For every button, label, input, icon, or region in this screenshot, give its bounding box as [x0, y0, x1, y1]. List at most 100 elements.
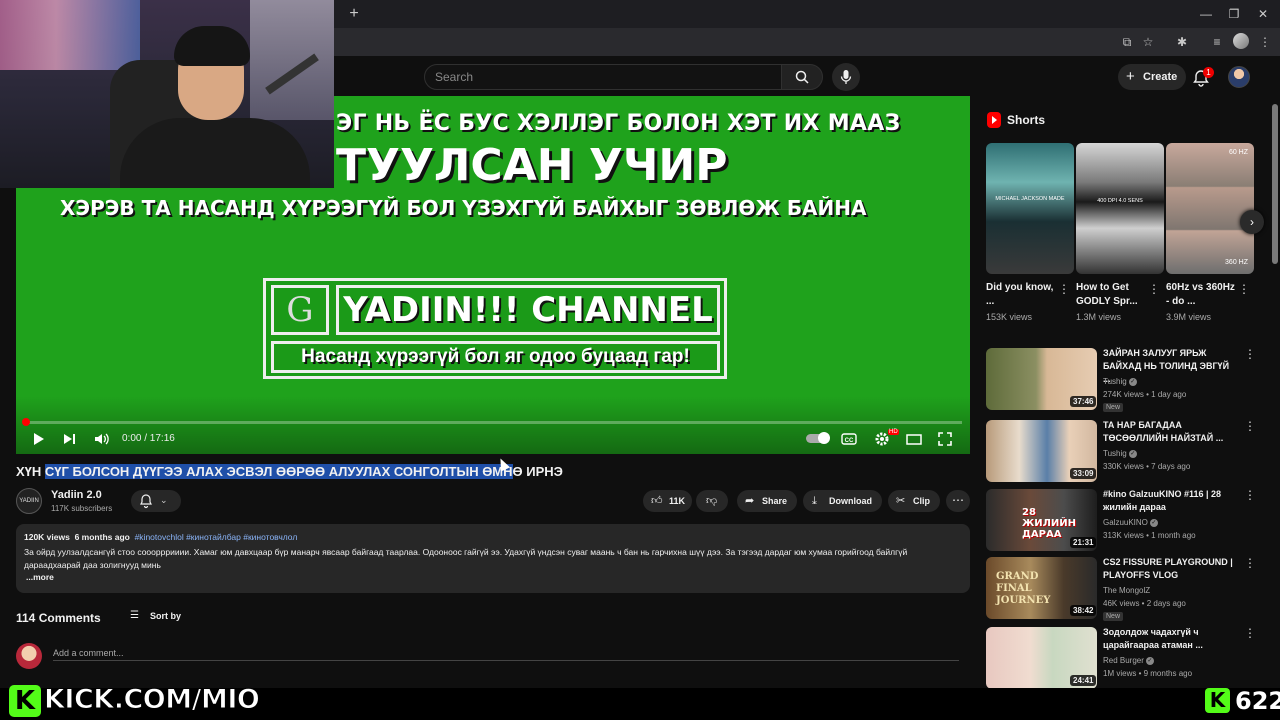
channel-name[interactable]: Yadiin 2.0	[51, 489, 102, 501]
channel-logo-name: YADIIN!!! CHANNEL	[336, 285, 720, 335]
progress-bar[interactable]	[24, 421, 962, 424]
video-channel[interactable]: Red Burger ✓	[1103, 656, 1154, 665]
video-title-prefix: ХҮН	[16, 464, 45, 479]
video-meta: 46K views • 2 days ago	[1103, 599, 1186, 608]
search-button[interactable]	[781, 64, 823, 90]
add-comment-input[interactable]	[53, 644, 959, 662]
video-menu-icon[interactable]: ⋮	[1244, 419, 1256, 433]
streamer-facecam	[0, 0, 334, 188]
controls-gradient	[16, 396, 970, 454]
short-menu-icon[interactable]: ⋮	[1058, 282, 1070, 296]
maximize-button[interactable]: ❐	[1220, 4, 1248, 24]
short-title[interactable]: 60Hz vs 360Hz - do ...	[1166, 281, 1236, 309]
short-title[interactable]: How to Get GODLY Spr...	[1076, 281, 1146, 309]
minimize-button[interactable]: —	[1192, 4, 1220, 24]
video-menu-icon[interactable]: ⋮	[1244, 556, 1256, 570]
channel-logo-tagline: Насанд хүрээгүй бол яг одоо буцаад гар!	[271, 341, 720, 373]
create-button[interactable]: + Create	[1118, 64, 1186, 90]
clip-label: Clip	[913, 496, 930, 506]
channel-avatar[interactable]: YADIIN	[16, 488, 42, 514]
recommended-video[interactable]: 37:46 ЗАЙРАН ЗАЛУУГ ЯРЬЖ БАЙХАД НЬ ТОЛИН…	[986, 347, 1261, 412]
video-title[interactable]: ТА НАР БАГАДАА ТӨСӨӨЛЛИЙН НАЙЗТАЙ ...	[1103, 419, 1239, 445]
search-box[interactable]	[424, 64, 782, 90]
recommended-video[interactable]: 28 ЖИЛИЙН ДАРАА 21:31 #kino GalzuuKINO #…	[986, 488, 1261, 551]
close-window-button[interactable]: ✕	[1249, 4, 1277, 24]
search-input[interactable]	[425, 65, 781, 89]
play-icon[interactable]	[32, 430, 46, 448]
fullscreen-icon[interactable]	[937, 430, 953, 448]
shorts-next-button[interactable]: ›	[1240, 210, 1264, 234]
browser-profile-avatar[interactable]	[1233, 33, 1249, 49]
video-meta: 313K views • 1 month ago	[1103, 531, 1196, 540]
install-app-icon[interactable]: ⧉	[1118, 33, 1136, 51]
hashtags[interactable]: #kinotovchlol #кинотайлбар #кинотовчлол	[135, 532, 298, 542]
share-button[interactable]: ➦ Share	[737, 490, 797, 512]
recommended-video[interactable]: 33:09 ТА НАР БАГАДАА ТӨСӨӨЛЛИЙН НАЙЗТАЙ …	[986, 419, 1261, 482]
subtitles-icon[interactable]: CC	[841, 430, 857, 448]
theater-mode-icon[interactable]	[905, 430, 923, 448]
short-item[interactable]: 400 DPI 4.0 SENS How to Get GODLY Spr...…	[1076, 143, 1164, 322]
short-thumbnail-caption: 400 DPI 4.0 SENS	[1097, 198, 1143, 204]
account-avatar[interactable]	[1228, 66, 1250, 88]
download-button[interactable]: ⤓ Download	[803, 490, 882, 512]
sort-label: Sort by	[150, 611, 182, 621]
short-title[interactable]: Did you know, ...	[986, 281, 1056, 309]
video-overlay-text-2: ТУУЛСАН УЧИР	[336, 140, 728, 191]
video-channel[interactable]: The MongolZ	[1103, 586, 1150, 595]
short-thumbnail[interactable]: MICHAEL JACKSON MADE	[986, 143, 1074, 274]
reading-list-icon[interactable]: ≡	[1208, 33, 1226, 51]
video-channel[interactable]: GalzuuKINO ✓	[1103, 518, 1158, 527]
bell-icon	[140, 494, 152, 509]
new-badge: New	[1103, 403, 1124, 412]
short-item[interactable]: MICHAEL JACKSON MADE Did you know, ... 1…	[986, 143, 1074, 322]
browser-menu-icon[interactable]: ⋮	[1256, 33, 1274, 51]
plus-icon: +	[1126, 68, 1135, 85]
video-channel-name: The MongolZ	[1103, 586, 1151, 595]
video-menu-icon[interactable]: ⋮	[1244, 488, 1256, 502]
verified-check-icon: ✓	[1128, 377, 1137, 386]
video-channel-name: Red Burger	[1103, 656, 1144, 665]
clip-button[interactable]: ✂ Clip	[888, 490, 940, 512]
extensions-icon[interactable]: ✱	[1173, 33, 1191, 51]
short-item[interactable]: 60 HZ 360 HZ 60Hz vs 360Hz - do ... 3.9M…	[1166, 143, 1254, 322]
dislike-button[interactable]: 👎︎	[696, 490, 728, 512]
video-channel[interactable]: Tushig ✓	[1103, 449, 1137, 458]
add-comment-box[interactable]	[53, 643, 959, 662]
video-channel[interactable]: Tushig ✓	[1103, 377, 1137, 386]
short-thumbnail[interactable]: 400 DPI 4.0 SENS	[1076, 143, 1164, 274]
description-box[interactable]: 120K views 6 months ago #kinotovchlol #к…	[16, 524, 970, 593]
thumbnail-text: 28 ЖИЛИЙН ДАРАА	[1022, 507, 1077, 540]
download-label: Download	[829, 496, 872, 506]
recommended-video[interactable]: GRAND FINAL JOURNEY 38:42 CS2 FISSURE PL…	[986, 556, 1261, 621]
upload-date: 6 months ago	[74, 532, 130, 542]
subscribed-button[interactable]: ⌄	[131, 490, 181, 512]
voice-search-button[interactable]	[832, 63, 860, 91]
bookmark-star-icon[interactable]: ☆	[1139, 33, 1157, 51]
short-views: 153K views	[986, 312, 1033, 322]
short-menu-icon[interactable]: ⋮	[1148, 282, 1160, 296]
video-menu-icon[interactable]: ⋮	[1244, 347, 1256, 361]
short-thumbnail[interactable]: 60 HZ 360 HZ	[1166, 143, 1254, 274]
more-actions-button[interactable]: ⋯	[946, 490, 970, 512]
progress-scrubber[interactable]	[22, 418, 30, 426]
notification-badge: 1	[1203, 67, 1214, 78]
video-title[interactable]: #kino GalzuuKINO #116 | 28 жилийн дараа	[1103, 488, 1239, 514]
video-title[interactable]: Зодолдож чадахгүй ч царайгаараа атаман .…	[1103, 626, 1239, 652]
scissors-icon: ✂	[896, 495, 906, 507]
recommended-video[interactable]: 24:41 Зодолдож чадахгүй ч царайгаараа ат…	[986, 626, 1261, 689]
volume-icon[interactable]	[94, 430, 110, 448]
short-menu-icon[interactable]: ⋮	[1238, 282, 1250, 296]
scrollbar-thumb[interactable]	[1272, 104, 1278, 264]
show-more-link[interactable]: ...more	[26, 572, 54, 582]
video-title[interactable]: CS2 FISSURE PLAYGROUND | PLAYOFFS VLOG	[1103, 556, 1239, 582]
video-title-selection: СҮГ БОЛСОН ДҮҮГЭЭ АЛАХ ЭСВЭЛ ӨӨРӨӨ АЛУУЛ…	[44, 464, 513, 479]
share-arrow-icon: ➦	[745, 495, 755, 507]
sort-icon: ☰	[130, 610, 139, 621]
next-video-icon[interactable]	[63, 430, 77, 448]
facecam-light	[250, 0, 334, 120]
short-views: 3.9M views	[1166, 312, 1212, 322]
autoplay-toggle[interactable]	[806, 432, 830, 444]
new-tab-button[interactable]: +	[344, 4, 364, 24]
like-button[interactable]: 👍︎ 11K	[643, 490, 692, 512]
video-menu-icon[interactable]: ⋮	[1244, 626, 1256, 640]
